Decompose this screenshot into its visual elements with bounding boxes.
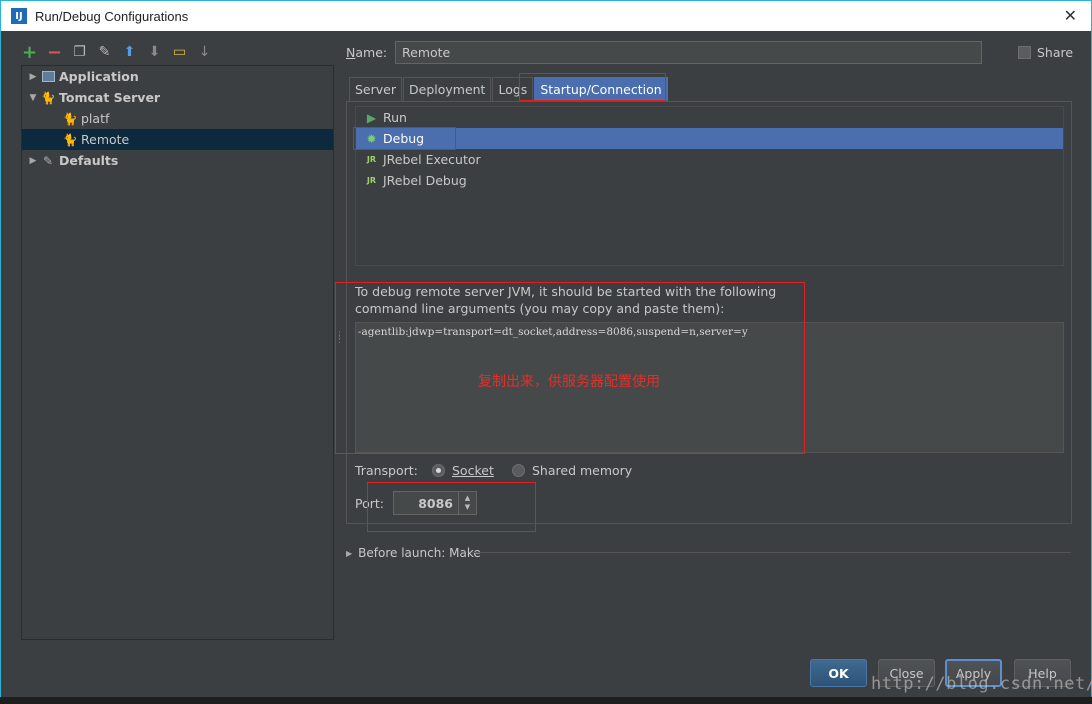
expand-arrow-icon[interactable]: ▶ (26, 156, 40, 166)
name-label-rest: ame: (355, 45, 388, 60)
splitter-handle[interactable]: ⋮ ⋮ (335, 332, 344, 345)
tab-deployment[interactable]: Deployment (403, 77, 492, 101)
tree-item-tomcat-server[interactable]: ▼ 🐈 Tomcat Server (22, 87, 333, 108)
command-line-args[interactable]: -agentlib:jdwp=transport=dt_socket,addre… (355, 322, 1064, 453)
separator-line (471, 552, 1071, 553)
transport-shared-memory-radio[interactable]: Shared memory (512, 463, 632, 478)
run-icon: ▶ (366, 110, 377, 125)
collapse-arrow-icon[interactable]: ▼ (26, 93, 40, 103)
list-item-run[interactable]: ▶ Run (356, 107, 1063, 128)
port-spinner[interactable]: 8086 ▲ ▼ (393, 491, 477, 515)
tab-logs[interactable]: Logs (492, 77, 534, 101)
tree-item-label: platf (81, 111, 110, 126)
folder-icon[interactable]: ▭ (171, 44, 188, 61)
application-icon (40, 69, 56, 85)
tree-item-remote[interactable]: 🐈 Remote (22, 129, 333, 150)
checkbox-icon[interactable] (1018, 46, 1031, 59)
socket-label: Socket (452, 463, 494, 478)
debug-bug-icon: ✹ (366, 131, 377, 146)
sort-icon[interactable]: ↓ (196, 44, 213, 61)
list-item-label: JRebel Debug (383, 173, 467, 188)
radio-selected-icon[interactable] (432, 464, 445, 477)
add-icon[interactable]: + (21, 42, 38, 63)
intellij-icon: IJ (11, 8, 27, 24)
list-item-jrebel-executor[interactable]: JR JRebel Executor (356, 149, 1063, 170)
list-item-label: Debug (383, 131, 425, 146)
list-item-label: JRebel Executor (383, 152, 481, 167)
watermark: http://blog.csdn.net/ (871, 674, 1092, 694)
tomcat-icon: 🐈 (62, 132, 78, 147)
port-value[interactable]: 8086 (394, 496, 458, 511)
title-bar: IJ Run/Debug Configurations ✕ (1, 1, 1091, 31)
close-icon[interactable]: ✕ (1064, 6, 1077, 25)
before-launch-label: Before launch: Make (358, 546, 481, 560)
config-tree: ▶ Application ▼ 🐈 Tomcat Server 🐈 platf … (21, 65, 334, 640)
jrebel-debug-icon: JR (366, 176, 377, 185)
jrebel-icon: JR (366, 155, 377, 164)
arrow-down-icon[interactable]: ⬇ (146, 44, 163, 61)
arrow-up-icon[interactable]: ⬆ (121, 44, 138, 61)
expand-arrow-icon[interactable]: ▶ (26, 72, 40, 82)
tree-item-label: Defaults (59, 153, 119, 168)
name-label: Name: (346, 45, 387, 60)
tree-item-label: Tomcat Server (59, 90, 161, 105)
tomcat-icon: 🐈 (40, 90, 56, 105)
tree-item-defaults[interactable]: ▶ ✎ Defaults (22, 150, 333, 171)
tab-startup-connection[interactable]: Startup/Connection (534, 77, 668, 101)
tree-item-platf[interactable]: 🐈 platf (22, 108, 333, 129)
ok-button[interactable]: OK (810, 659, 867, 687)
list-item-debug[interactable]: ✹ Debug (356, 128, 1063, 149)
debug-description: To debug remote server JVM, it should be… (355, 284, 777, 316)
wrench-icon: ✎ (42, 153, 54, 168)
radio-icon[interactable] (512, 464, 525, 477)
name-mnemonic: N (346, 45, 356, 60)
tree-item-application[interactable]: ▶ Application (22, 66, 333, 87)
list-item-jrebel-debug[interactable]: JR JRebel Debug (356, 170, 1063, 191)
spinner-arrows-icon[interactable]: ▲ ▼ (458, 492, 476, 514)
tree-item-label: Remote (81, 132, 130, 147)
bottom-strip (0, 697, 1092, 704)
share-label: Share (1037, 45, 1074, 60)
port-label: Port: (355, 496, 384, 511)
config-toolbar: + − ❐ ✎ ⬆ ⬇ ▭ ↓ (21, 41, 213, 63)
window-title: Run/Debug Configurations (35, 8, 189, 24)
tomcat-icon: 🐈 (62, 111, 78, 126)
tab-server[interactable]: Server (349, 77, 402, 101)
list-item-label: Run (383, 110, 407, 125)
expand-triangle-icon[interactable]: ▶ (346, 549, 352, 558)
share-checkbox[interactable]: Share (1018, 45, 1073, 60)
transport-label: Transport: (355, 463, 418, 478)
name-input[interactable] (395, 41, 982, 64)
startup-mode-list: ▶ Run ✹ Debug JR JRebel Executor JR JReb… (355, 106, 1064, 266)
run-debug-dialog: IJ Run/Debug Configurations ✕ + − ❐ ✎ ⬆ … (0, 0, 1092, 704)
config-tabs: Server Deployment Logs Startup/Connectio… (349, 77, 669, 101)
remove-icon[interactable]: − (46, 42, 63, 63)
before-launch-section[interactable]: ▶ Before launch: Make (346, 546, 481, 560)
tree-item-label: Application (59, 69, 139, 84)
annotation-text: 复制出来，供服务器配置使用 (478, 374, 660, 390)
shared-memory-label: Shared memory (532, 463, 633, 478)
wrench-icon[interactable]: ✎ (96, 44, 113, 61)
transport-socket-radio[interactable]: Socket (432, 463, 494, 478)
copy-icon[interactable]: ❐ (71, 44, 88, 61)
